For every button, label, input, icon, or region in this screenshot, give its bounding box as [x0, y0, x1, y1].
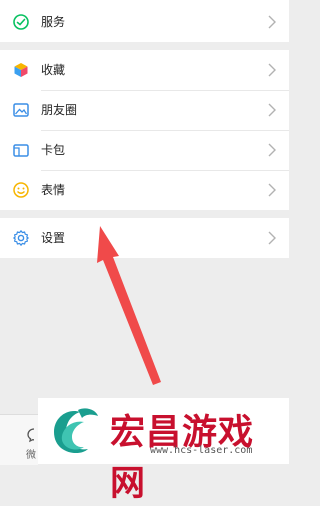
- annotation-arrow: [97, 226, 161, 385]
- tabbar-partial: 微: [0, 414, 38, 465]
- tab-label-chats[interactable]: 微: [26, 446, 36, 461]
- watermark-url: www.hcs-laser.com: [150, 445, 253, 456]
- watermark: 宏昌游戏网 www.hcs-laser.com: [38, 398, 289, 504]
- watermark-logo-icon: [54, 408, 98, 454]
- me-page-screen: 服务 收藏 朋友圈 卡包 表情 设置 微 宏昌游戏网 www.hcs-laser…: [0, 0, 289, 504]
